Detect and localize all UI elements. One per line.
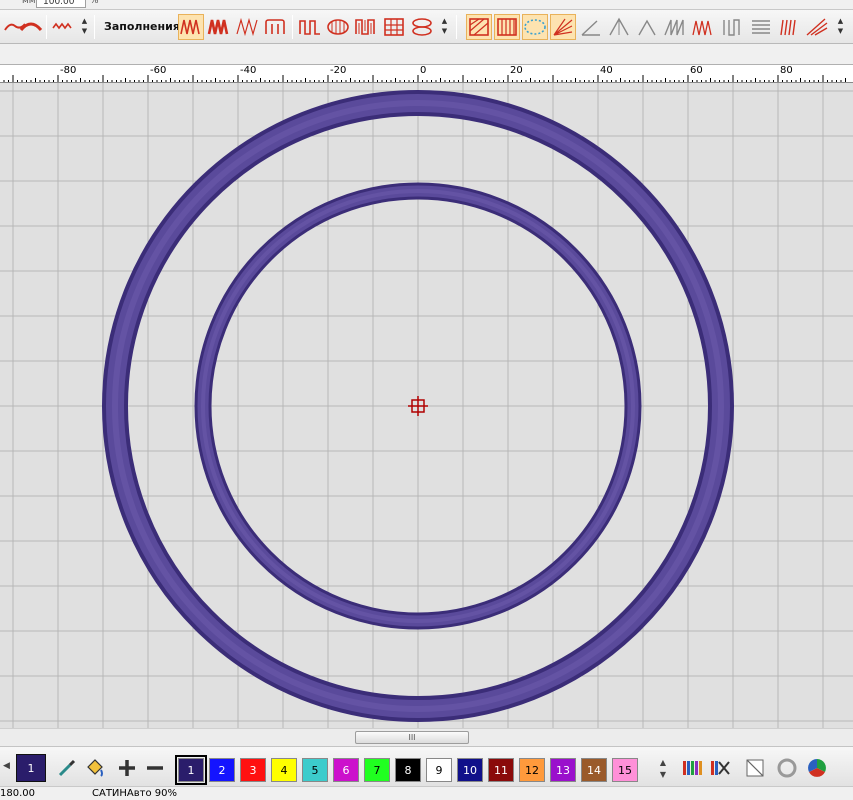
status-stitch-type: САТИНАвто 90% — [92, 788, 178, 799]
ruler-label: -40 — [240, 65, 257, 76]
center-mark-icon — [408, 396, 428, 416]
fill-arch-icon[interactable] — [262, 14, 288, 40]
percent-label: % — [90, 0, 99, 6]
unit-label: мм — [22, 0, 36, 6]
thread-chart-icon[interactable] — [680, 755, 706, 781]
color-swatch-6[interactable]: 6 — [333, 758, 359, 782]
color-swatch-11[interactable]: 11 — [488, 758, 514, 782]
embroidery-editor-window: мм 100.00 % ▲ ▼ Заполнения: ▲ ▼ ▲ ▼ -80 … — [0, 0, 853, 800]
no-color-icon[interactable] — [742, 755, 768, 781]
status-bar: 180.00 САТИНАвто 90% — [0, 786, 853, 800]
radial-icon[interactable] — [776, 14, 802, 40]
toolbar-gap — [0, 44, 853, 64]
fill-zigzag-bold-icon[interactable] — [206, 14, 232, 40]
angle-icon[interactable] — [578, 14, 604, 40]
palette-scroll-left-icon[interactable]: ◀ — [3, 761, 10, 771]
circle-outline-icon[interactable] — [774, 755, 800, 781]
horizontal-ruler: -80 -60 -40 -20 0 20 40 60 80 — [0, 64, 853, 83]
ruler-label: -60 — [150, 65, 167, 76]
color-swatch-13[interactable]: 13 — [550, 758, 576, 782]
meander-fill-icon[interactable] — [353, 14, 379, 40]
loop-fill-icon[interactable] — [409, 14, 435, 40]
scrollbar-thumb[interactable]: III — [355, 731, 469, 744]
status-coordinate: 180.00 — [0, 788, 35, 799]
sawtooth-icon[interactable] — [662, 14, 688, 40]
ruler-label: 60 — [690, 65, 703, 76]
peak-icon[interactable] — [606, 14, 632, 40]
color-swatch-9[interactable]: 9 — [426, 758, 452, 782]
oval-fill-icon[interactable] — [325, 14, 351, 40]
horizontal-scrollbar[interactable]: III — [0, 728, 853, 746]
color-swatch-5[interactable]: 5 — [302, 758, 328, 782]
stripe-fill-icon[interactable] — [494, 14, 520, 40]
palette-scroll-icon[interactable]: ▲ ▼ — [657, 757, 669, 783]
ruler-label: 40 — [600, 65, 613, 76]
color-swatch-3[interactable]: 3 — [240, 758, 266, 782]
fan-fill-icon[interactable] — [550, 14, 576, 40]
color-swatch-12[interactable]: 12 — [519, 758, 545, 782]
design-canvas[interactable] — [0, 83, 853, 728]
thread-chart-x-icon[interactable] — [708, 755, 734, 781]
radial-fan-icon[interactable] — [804, 14, 830, 40]
fill-zigzag-thin-icon[interactable] — [234, 14, 260, 40]
color-swatch-4[interactable]: 4 — [271, 758, 297, 782]
ruler-label: 80 — [780, 65, 793, 76]
stitch-toolbar: ▲ ▼ Заполнения: ▲ ▼ ▲ ▼ — [0, 10, 853, 44]
satin-curve-icon[interactable] — [18, 14, 44, 40]
color-swatch-15[interactable]: 15 — [612, 758, 638, 782]
hatch-lines-icon[interactable] — [748, 14, 774, 40]
ruler-label: -20 — [330, 65, 347, 76]
paint-bucket-icon[interactable] — [82, 755, 108, 781]
fill-zigzag-dense-icon[interactable] — [178, 14, 204, 40]
grid-fill-icon[interactable] — [381, 14, 407, 40]
color-swatch-2[interactable]: 2 — [209, 758, 235, 782]
ruler-label: -80 — [60, 65, 77, 76]
ruler-label: 0 — [420, 65, 427, 76]
lines-icon[interactable] — [720, 14, 746, 40]
square-wave-icon[interactable] — [297, 14, 323, 40]
dotted-circle-icon[interactable] — [522, 14, 548, 40]
color-swatch-1[interactable]: 1 — [175, 755, 207, 785]
remove-color-icon[interactable] — [142, 755, 168, 781]
ruler-label: 20 — [510, 65, 523, 76]
current-color-swatch[interactable]: 1 — [16, 754, 46, 782]
color-swatch-8[interactable]: 8 — [395, 758, 421, 782]
eyedropper-icon[interactable] — [54, 755, 80, 781]
peak-small-icon[interactable] — [634, 14, 660, 40]
zigzag-line-icon[interactable] — [50, 14, 76, 40]
top-settings-strip: мм 100.00 % — [0, 0, 853, 10]
add-color-icon[interactable] — [114, 755, 140, 781]
color-swatch-14[interactable]: 14 — [581, 758, 607, 782]
size-input[interactable]: 100.00 — [36, 0, 86, 8]
color-wheel-icon[interactable] — [804, 755, 830, 781]
color-swatch-7[interactable]: 7 — [364, 758, 390, 782]
hatch-fill-icon[interactable] — [466, 14, 492, 40]
color-swatch-10[interactable]: 10 — [457, 758, 483, 782]
fill-label: Заполнения: — [104, 20, 185, 33]
color-palette-bar: ◀ 1 1 2 3 4 5 6 7 8 9 10 11 12 13 14 15 ▲ ▼ — [0, 746, 853, 786]
comb-icon[interactable] — [690, 14, 716, 40]
